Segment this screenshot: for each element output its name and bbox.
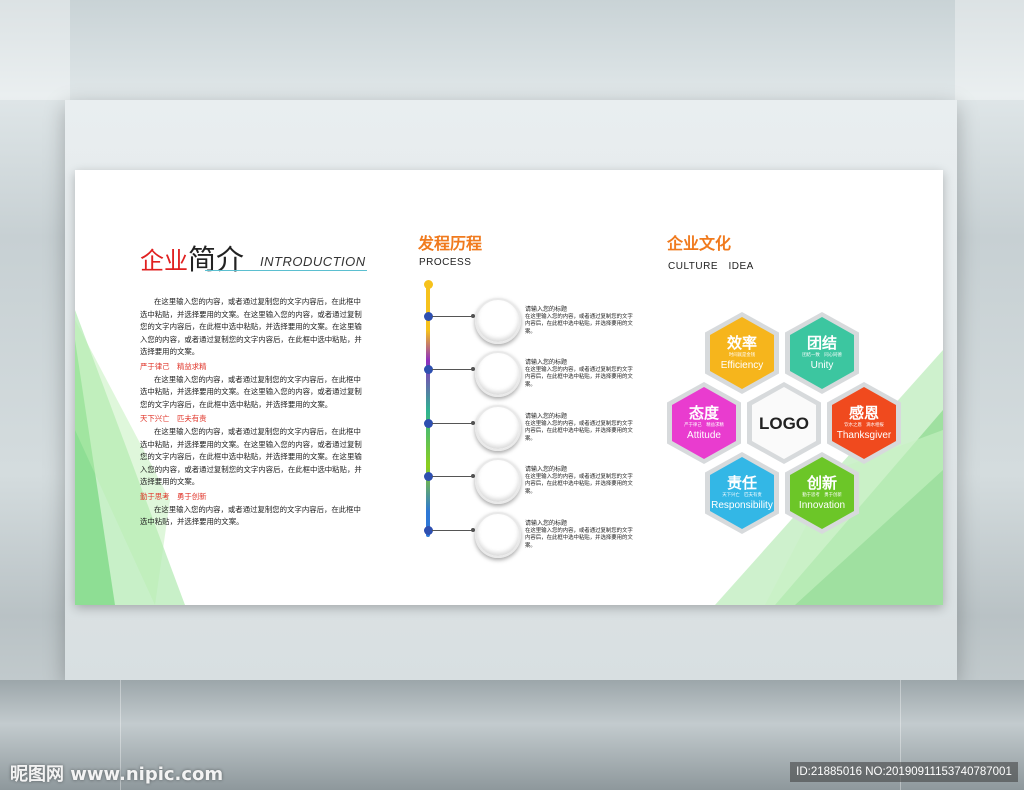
culture-hex-title: 感恩 [848,404,879,422]
culture-title: 企业文化 [667,234,732,253]
timeline-item-title: 请输入您的标题 [525,466,568,473]
ceiling-panel [955,0,1024,100]
process-subtitle: PROCESS [419,257,472,268]
timeline-connector [432,474,475,478]
intro-body: 在这里输入您的内容，或者通过复制您的文字内容后，在此框中选中粘贴，并选择要用的文… [140,296,368,529]
timeline-connector [432,421,475,425]
process-title: 发程历程 [418,234,483,253]
culture-hex-en: Innovation [798,500,846,511]
timeline-text: 请输入您的标题 在这里输入您的内容，或者通过复制您的文字内容后，在此框中选中粘贴… [525,413,635,443]
culture-hex-desc: 时间就是金钱 [728,353,756,358]
culture-subtitle: CULTURE IDEA [668,261,754,272]
culture-hex-title: 效率 [726,334,757,352]
intro-title-en: INTRODUCTION [260,254,366,269]
timeline-item-title: 请输入您的标题 [525,359,568,366]
watermark: 昵图网 www.nipic.com [10,764,224,785]
timeline-connector [432,314,475,318]
intro-paragraph: 在这里输入您的内容，或者通过复制您的文字内容后，在此框中选中粘贴，并选择要用的文… [140,504,361,527]
timeline-item-title: 请输入您的标题 [525,520,568,527]
culture-hex-desc: 严于律己 精益求精 [684,423,724,428]
culture-hex-title: 创新 [806,474,837,492]
culture-hex-en: Efficiency [720,360,764,371]
image-id-strip: ID:21885016 NO:20190911153740787001 [790,762,1018,782]
culture-board: 企业简介 INTRODUCTION 在这里输入您的内容，或者通过复制您的文字内容… [75,170,943,605]
timeline-connector [432,367,475,371]
timeline-dot [424,280,433,289]
timeline-year-badge: 2018 COMPANY NAME [475,512,521,558]
intro-motto: 天下兴亡 匹夫有责 [140,414,207,424]
intro-paragraph: 在这里输入您的内容，或者通过复制您的文字内容后，在此框中选中粘贴，并选择要用的文… [140,374,362,409]
timeline-item-body: 在这里输入您的内容，或者通过复制您的文字内容后，在此框中选中粘贴，并选择要用的文… [525,473,633,495]
culture-hex-title: 团结 [806,334,837,352]
timeline-company-tag: COMPANY NAME [485,432,511,436]
timeline-company-tag: COMPANY NAME [485,539,511,543]
timeline-company-tag: COMPANY NAME [485,485,511,489]
culture-hex-en: Unity [810,360,834,371]
culture-hex-en: Attitude [687,430,721,441]
timeline-year: 1988 [482,309,514,322]
timeline-line [426,285,430,537]
timeline-text: 请输入您的标题 在这里输入您的内容，或者通过复制您的文字内容后，在此框中选中粘贴… [525,359,635,389]
timeline-item-title: 请输入您的标题 [525,306,568,313]
timeline-year-badge: 1998 COMPANY NAME [475,351,521,397]
timeline-item-body: 在这里输入您的内容，或者通过复制您的文字内容后，在此框中选中粘贴，并选择要用的文… [525,420,633,442]
culture-hex-desc: 饮水之恩 滴水相报 [844,423,884,428]
intro-title: 企业简介 [140,238,244,278]
timeline-item-title: 请输入您的标题 [525,413,568,420]
culture-hex-title: 责任 [726,474,757,492]
culture-hex-en: Responsibility [711,500,773,511]
intro-title-black: 简介 [188,243,245,276]
ceiling-panel [0,0,70,100]
intro-paragraph: 在这里输入您的内容，或者通过复制您的文字内容后，在此框中选中粘贴，并选择要用的文… [140,426,362,487]
timeline-company-tag: COMPANY NAME [485,325,511,329]
timeline-year: 1998 [482,362,514,375]
timeline-text: 请输入您的标题 在这里输入您的内容，或者通过复制您的文字内容后，在此框中选中粘贴… [525,520,635,550]
culture-hex-desc: 勤于思考 勇于创新 [802,493,842,498]
timeline-item-body: 在这里输入您的内容，或者通过复制您的文字内容后，在此框中选中粘贴，并选择要用的文… [525,313,633,335]
logo-text: LOGO [758,414,810,433]
timeline-text: 请输入您的标题 在这里输入您的内容，或者通过复制您的文字内容后，在此框中选中粘贴… [525,466,635,496]
timeline-text: 请输入您的标题 在这里输入您的内容，或者通过复制您的文字内容后，在此框中选中粘贴… [525,306,635,336]
timeline-year-badge: 2010 COMPANY NAME [475,458,521,504]
timeline-company-tag: COMPANY NAME [485,378,511,382]
intro-motto: 严于律己 精益求精 [140,361,207,371]
intro-underline [205,270,367,271]
timeline-year-badge: 1988 COMPANY NAME [475,298,521,344]
timeline-item-body: 在这里输入您的内容，或者通过复制您的文字内容后，在此框中选中粘贴，并选择要用的文… [525,366,633,388]
intro-paragraph: 在这里输入您的内容，或者通过复制您的文字内容后，在此框中选中粘贴，并选择要用的文… [140,297,362,357]
timeline-year: 2018 [482,523,514,536]
culture-hex-en: Thanksgiver [836,430,892,441]
culture-hex-title: 态度 [688,404,719,422]
timeline-year: 2010 [482,469,514,482]
intro-title-red: 企业 [140,247,188,275]
intro-motto: 勤于思考 勇于创新 [140,491,207,501]
timeline-item-body: 在这里输入您的内容，或者通过复制您的文字内容后，在此框中选中粘贴，并选择要用的文… [525,527,633,549]
culture-hex-desc: 团结一致 同心同德 [802,353,842,358]
timeline-year-badge: 2005 COMPANY NAME [475,405,521,451]
culture-hex-desc: 天下兴亡 匹夫有责 [722,493,762,498]
timeline-connector [432,528,475,532]
timeline-year: 2005 [482,416,514,429]
